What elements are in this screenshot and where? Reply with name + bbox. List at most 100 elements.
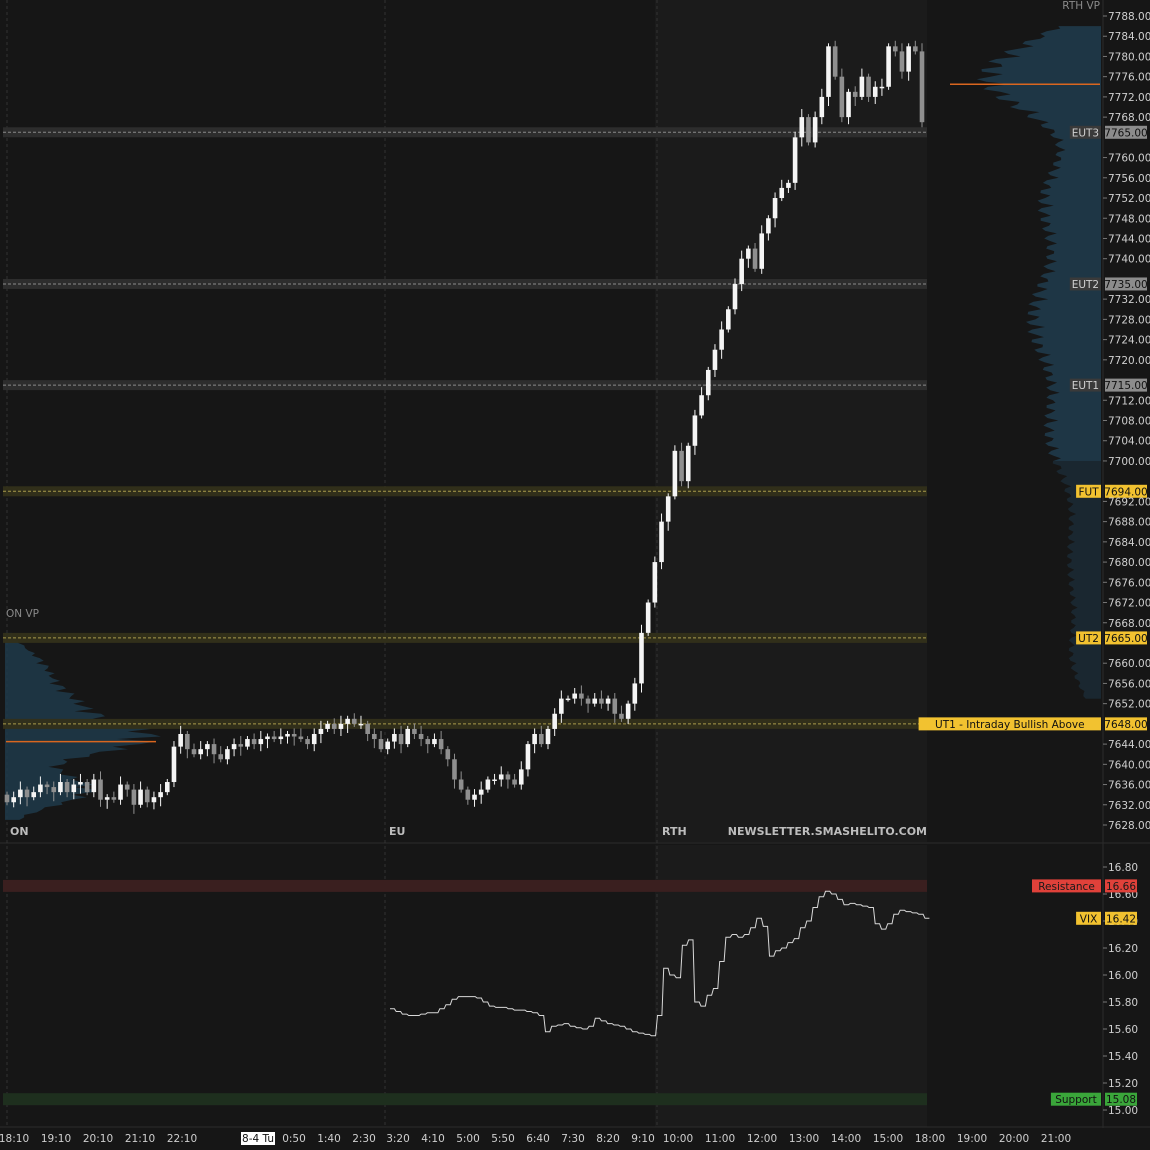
candle-body (258, 739, 264, 745)
vix-tick-label: 15.60 (1108, 1024, 1138, 1036)
candle-body (472, 794, 477, 800)
resistance-label: Resistance (1038, 881, 1095, 893)
price-tick-label: 7656.00 (1108, 678, 1150, 690)
price-tick-label: 7732.00 (1108, 294, 1150, 306)
candle-body (518, 769, 524, 785)
candle-body (231, 744, 237, 750)
candle-body (599, 698, 604, 704)
candle-body (532, 733, 537, 745)
candle-body (572, 693, 578, 699)
candle-body (58, 782, 63, 793)
level-label-3: FUT (1078, 486, 1099, 498)
candle-body (104, 797, 110, 800)
price-tick-label: 7712.00 (1108, 395, 1150, 407)
candle-body (605, 698, 611, 704)
candle-body (238, 744, 244, 747)
candle-body (619, 713, 624, 719)
price-tick-label: 7744.00 (1108, 233, 1150, 245)
support-label: Support (1055, 1094, 1097, 1106)
price-tick-label: 7692.00 (1108, 496, 1150, 508)
price-tick-label: 7704.00 (1108, 436, 1150, 448)
candle-body (211, 744, 217, 755)
time-tick-label: 13:00 (789, 1133, 819, 1145)
price-tick-label: 7760.00 (1108, 153, 1150, 165)
candle-body (799, 117, 805, 138)
candle-body (892, 46, 898, 52)
time-tick-label: 15:00 (873, 1133, 903, 1145)
level-label-2: EUT1 (1072, 380, 1099, 392)
candle-body (338, 723, 344, 729)
candle-body (138, 789, 143, 805)
candle-body (485, 779, 491, 790)
time-tick-label: 10:00 (663, 1133, 693, 1145)
candle-body (425, 739, 431, 745)
candle-body (812, 117, 818, 143)
candle-body (84, 782, 90, 793)
candle-body (859, 76, 865, 97)
price-tick-label: 7724.00 (1108, 335, 1150, 347)
candle-body (592, 698, 598, 704)
candle-body (438, 739, 444, 750)
price-tick-label: 7672.00 (1108, 598, 1150, 610)
price-tick-label: 7720.00 (1108, 355, 1150, 367)
candle-body (225, 749, 230, 760)
time-tick-label: 18:00 (915, 1133, 945, 1145)
candle-body (792, 137, 798, 183)
candle-body (852, 91, 858, 97)
candle-body (405, 728, 411, 745)
candle-body (385, 741, 390, 750)
session-label-rth: RTH (662, 825, 687, 838)
price-tick-label: 7756.00 (1108, 173, 1150, 185)
level-label-1: EUT2 (1072, 279, 1099, 291)
price-tick-label: 7636.00 (1108, 780, 1150, 792)
candle-body (652, 562, 658, 603)
candle-body (285, 733, 290, 737)
candle-body (372, 733, 377, 740)
resistance-band (3, 879, 927, 892)
time-tick-label: 14:00 (831, 1133, 861, 1145)
level-price-5: 7648.00 (1104, 719, 1147, 731)
candle-body (565, 698, 571, 701)
price-tick-label: 7680.00 (1108, 557, 1150, 569)
candle-body (732, 283, 738, 310)
vix-last-label: VIX (1080, 913, 1097, 925)
candle-body (191, 749, 197, 755)
price-tick-label: 7684.00 (1108, 537, 1150, 549)
vix-tick-label: 16.80 (1108, 862, 1138, 874)
time-tick-label: 9:10 (631, 1133, 655, 1145)
candle-body (251, 739, 257, 745)
candle-body (278, 736, 284, 740)
support-value: 15.08 (1106, 1094, 1136, 1106)
candle-body (672, 450, 678, 497)
level-price-4: 7665.00 (1104, 633, 1147, 645)
level-price-1: 7735.00 (1104, 279, 1147, 291)
vix-last-value: 16.42 (1106, 913, 1136, 925)
time-tick-label: 7:30 (561, 1133, 585, 1145)
vix-tick-label: 15.80 (1108, 997, 1138, 1009)
candle-body (144, 789, 150, 803)
candle-body (659, 521, 664, 563)
price-tick-label: 7784.00 (1108, 31, 1150, 43)
candle-body (218, 754, 224, 760)
candle-body (612, 698, 618, 714)
chart-canvas[interactable]: ON EU RTH NEWSLETTER.SMASHELITO.COM ON VP RTH… (0, 0, 1150, 1150)
candle-body (665, 496, 671, 522)
candle-body (886, 46, 891, 87)
resistance-value: 16.66 (1106, 881, 1136, 893)
candle-body (305, 739, 310, 745)
time-tick-label: 19:00 (957, 1133, 987, 1145)
time-tick-label: 6:40 (526, 1133, 550, 1145)
watermark: NEWSLETTER.SMASHELITO.COM (728, 825, 927, 838)
price-tick-label: 7768.00 (1108, 112, 1150, 124)
time-tick-label: 18:10 (0, 1133, 29, 1145)
candle-body (171, 746, 177, 783)
session-label-eu: EU (389, 825, 405, 838)
candle-body (525, 744, 531, 770)
candle-body (345, 718, 350, 724)
candle-body (351, 718, 357, 724)
time-tick-label: 12:00 (747, 1133, 777, 1145)
candle-body (265, 736, 270, 740)
candle-body (38, 784, 43, 793)
time-tick-label: 22:10 (167, 1133, 197, 1145)
candle-body (585, 698, 591, 704)
